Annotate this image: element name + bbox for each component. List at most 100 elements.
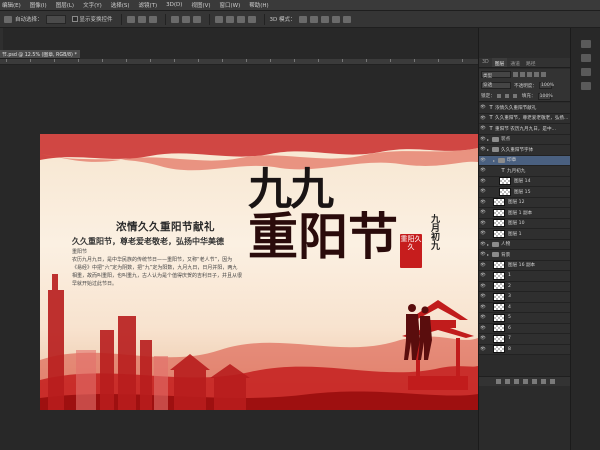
visibility-eye-icon[interactable]: 👁 [479,231,487,236]
layer-row[interactable]: 👁 2 [479,281,571,292]
panel-tab[interactable]: 通道 [507,58,523,67]
visibility-eye-icon[interactable]: 👁 [479,263,487,268]
3d-drag-icon[interactable] [320,15,329,23]
fill-input[interactable]: 100% [537,92,553,100]
3d-scale-icon[interactable] [342,15,351,23]
filter-smart-icon[interactable] [541,72,546,77]
menu-item[interactable]: 文字(Y) [83,1,102,9]
visibility-eye-icon[interactable]: 👁 [479,242,487,247]
menu-item[interactable]: 编辑(E) [2,1,21,9]
link-icon[interactable] [495,379,501,384]
distribute-icon[interactable] [236,15,245,23]
visibility-eye-icon[interactable]: 👁 [479,315,487,320]
visibility-eye-icon[interactable]: 👁 [479,105,487,110]
visibility-eye-icon[interactable]: 👁 [479,336,487,341]
layer-row[interactable]: 👁 图层 14 [479,176,571,187]
artwork-canvas[interactable]: 浓情久久重阳节献礼 久久重阳节，尊老爱老敬老，弘扬中华美德 重阳节 农历九月九日… [40,134,478,410]
menu-item[interactable]: 选择(S) [111,1,130,9]
layer-row[interactable]: 👁 ▸ 印章 [479,155,571,166]
layer-row[interactable]: 👁 1 [479,271,571,282]
lock-pixels-icon[interactable] [496,94,501,98]
character-icon[interactable] [581,82,591,90]
distribute-icon[interactable] [247,15,256,23]
menu-item[interactable]: 图像(I) [30,1,47,9]
layer-row[interactable]: 👁 ▸ 装点 [479,134,571,145]
layer-row[interactable]: 👁 ▸ 人物 [479,239,571,250]
3d-rotate-icon[interactable] [298,15,307,23]
panel-tab[interactable]: 图层 [491,58,508,67]
filter-type-icon[interactable] [527,72,532,77]
layer-row[interactable]: 👁 T 久久重阳节，尊老爱老敬老，弘扬... [479,113,571,124]
layer-row[interactable]: 👁 T 浓情久久重阳节献礼 [479,103,571,114]
align-center-icon[interactable] [181,15,190,23]
menu-item[interactable]: 3D(D) [166,2,182,8]
align-bottom-icon[interactable] [148,15,157,23]
fx-icon[interactable] [504,379,510,384]
show-transform-checkbox[interactable] [71,16,78,22]
layer-row[interactable]: 👁 图层 1 [479,229,571,240]
opacity-input[interactable]: 100% [538,82,554,89]
layer-row[interactable]: 👁 T 九月初九 [479,166,571,177]
layer-row[interactable]: 👁 图层 15 [479,187,571,198]
3d-slide-icon[interactable] [331,15,340,23]
menu-item[interactable]: 窗口(W) [220,1,241,9]
align-left-icon[interactable] [170,15,179,23]
properties-icon[interactable] [581,54,591,62]
move-tool-icon[interactable] [4,15,12,23]
panel-tab[interactable]: 路径 [523,58,539,67]
visibility-eye-icon[interactable]: 👁 [479,137,487,142]
layer-row[interactable]: 👁 ▸ 背景 [479,250,571,261]
document-tab[interactable]: 节.psd @ 12.5% (图章, RGB/8) * [0,50,80,59]
layer-row[interactable]: 👁 6 [479,323,571,334]
filter-pixel-icon[interactable] [513,72,518,77]
distribute-icon[interactable] [225,15,234,23]
layer-row[interactable]: 👁 3 [479,292,571,303]
visibility-eye-icon[interactable]: 👁 [479,210,487,215]
visibility-eye-icon[interactable]: 👁 [479,305,487,310]
auto-select-dropdown[interactable] [45,14,66,24]
3d-roll-icon[interactable] [309,15,318,23]
layer-row[interactable]: 👁 T 重阳节 农历九月九日，是中... [479,124,571,135]
visibility-eye-icon[interactable]: 👁 [479,147,487,152]
panel-tab[interactable]: 3D [479,58,492,67]
menu-item[interactable]: 视图(V) [191,1,210,9]
visibility-eye-icon[interactable]: 👁 [479,284,487,289]
visibility-eye-icon[interactable]: 👁 [479,347,487,352]
layer-row[interactable]: 👁 图层 10 [479,218,571,229]
adjustment-icon[interactable] [522,379,528,384]
visibility-eye-icon[interactable]: 👁 [479,326,487,331]
layer-row[interactable]: 👁 图层 1 副本 [479,208,571,219]
menu-item[interactable]: 图层(L) [56,1,74,9]
history-icon[interactable] [581,40,591,48]
blend-mode-dropdown[interactable]: 穿透 [481,82,511,89]
layer-row[interactable]: 👁 图层 16 副本 [479,260,571,271]
layer-row[interactable]: 👁 4 [479,302,571,313]
new-group-icon[interactable] [531,379,537,384]
visibility-eye-icon[interactable]: 👁 [479,168,487,173]
layer-row[interactable]: 👁 图层 12 [479,197,571,208]
filter-shape-icon[interactable] [534,72,539,77]
visibility-eye-icon[interactable]: 👁 [479,200,487,205]
visibility-eye-icon[interactable]: 👁 [479,294,487,299]
visibility-eye-icon[interactable]: 👁 [479,116,487,121]
visibility-eye-icon[interactable]: 👁 [479,179,487,184]
visibility-eye-icon[interactable]: 👁 [479,189,487,194]
align-right-icon[interactable] [192,15,201,23]
visibility-eye-icon[interactable]: 👁 [479,221,487,226]
visibility-eye-icon[interactable]: 👁 [479,252,487,257]
layer-filter-dropdown[interactable]: 类型 [481,71,511,79]
visibility-eye-icon[interactable]: 👁 [479,126,487,131]
paragraph-icon[interactable] [581,68,591,76]
distribute-icon[interactable] [214,15,223,23]
lock-move-icon[interactable] [504,94,509,98]
visibility-eye-icon[interactable]: 👁 [479,273,487,278]
filter-adjust-icon[interactable] [520,72,525,77]
menu-item[interactable]: 滤镜(T) [139,1,158,9]
new-layer-icon[interactable] [540,379,546,384]
layer-row[interactable]: 👁 8 [479,344,571,355]
mask-icon[interactable] [513,379,519,384]
layer-row[interactable]: 👁 7 [479,334,571,345]
layer-row[interactable]: 👁 ▸ 久久重阳节字体 [479,145,571,156]
layer-row[interactable]: 👁 5 [479,313,571,324]
visibility-eye-icon[interactable]: 👁 [479,158,487,163]
